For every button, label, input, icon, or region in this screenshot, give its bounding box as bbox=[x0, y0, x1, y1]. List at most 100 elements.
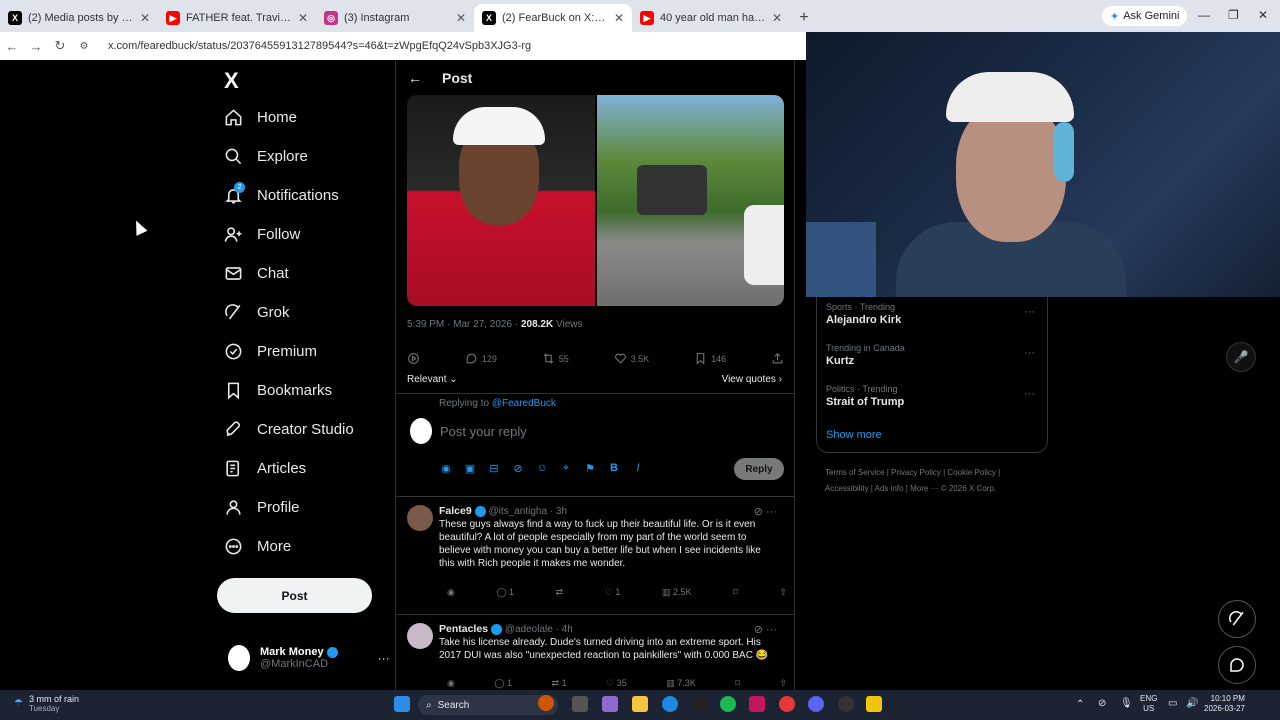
windows-start-icon[interactable] bbox=[394, 696, 410, 712]
reply-handle[interactable]: @its_antigha bbox=[488, 506, 547, 517]
ask-gemini-button[interactable]: ✦ Ask Gemini bbox=[1102, 6, 1188, 26]
post-image-1[interactable] bbox=[407, 95, 595, 306]
network-icon[interactable]: ⊘ bbox=[1098, 698, 1106, 709]
sidebar-item-follow[interactable]: Follow bbox=[224, 225, 300, 244]
volume-icon[interactable]: 🔊 bbox=[1186, 698, 1198, 709]
reload-icon[interactable]: ↻ bbox=[48, 38, 72, 54]
warning-icon[interactable] bbox=[866, 696, 882, 712]
reply-item[interactable]: Falce9 @its_antigha · 3h ⊘ ··· These guy… bbox=[407, 505, 787, 605]
sidebar-item-creator-studio[interactable]: Creator Studio bbox=[224, 420, 354, 439]
new-tab-button[interactable]: + bbox=[790, 4, 818, 32]
edge-icon[interactable] bbox=[662, 696, 678, 712]
sidebar-item-articles[interactable]: Articles bbox=[224, 459, 306, 478]
display-icon[interactable]: ▭ bbox=[1168, 698, 1177, 709]
file-explorer-icon[interactable] bbox=[632, 696, 648, 712]
views-button[interactable]: ▥ 7.3K bbox=[666, 678, 696, 689]
sidebar-item-chat[interactable]: Chat bbox=[224, 264, 289, 283]
grok-image-icon[interactable]: ⊘ bbox=[512, 462, 524, 475]
close-icon[interactable]: ✕ bbox=[456, 11, 466, 25]
repost-button[interactable]: ⇄ bbox=[556, 587, 564, 598]
sort-dropdown[interactable]: Relevant ⌄ bbox=[407, 374, 458, 385]
sidebar-item-notifications[interactable]: 2 Notifications bbox=[224, 182, 339, 205]
reply-author[interactable]: Pentacles bbox=[439, 623, 488, 635]
close-icon[interactable]: ✕ bbox=[614, 11, 624, 25]
bookmark-button[interactable]: 146 bbox=[694, 352, 726, 365]
forward-icon[interactable]: → bbox=[24, 39, 48, 54]
post-media[interactable] bbox=[407, 95, 784, 306]
sidebar-item-more[interactable]: More bbox=[224, 537, 291, 556]
spotify-icon[interactable] bbox=[720, 696, 736, 712]
account-switcher[interactable]: Mark Money @MarkInCAD ··· bbox=[228, 645, 390, 671]
play-circle-icon[interactable]: ◉ bbox=[447, 678, 455, 689]
discord-icon[interactable] bbox=[808, 696, 824, 712]
sidebar-item-bookmarks[interactable]: Bookmarks bbox=[224, 381, 332, 400]
italic-icon[interactable]: I bbox=[632, 462, 644, 474]
chrome-icon[interactable] bbox=[779, 696, 795, 712]
repost-button[interactable]: ⇄ 1 bbox=[552, 678, 567, 689]
sidebar-item-explore[interactable]: Explore bbox=[224, 147, 308, 166]
sidebar-item-profile[interactable]: Profile bbox=[224, 498, 300, 517]
share-icon[interactable]: ⇧ bbox=[779, 678, 787, 689]
chat-float-button[interactable] bbox=[1218, 646, 1256, 684]
app-icon[interactable] bbox=[838, 696, 854, 712]
browser-tab-2[interactable]: ▶ FATHER feat. Travis Scott - Kanye ✕ bbox=[158, 4, 316, 32]
reply-button[interactable]: 129 bbox=[465, 352, 497, 365]
image-icon[interactable]: ▣ bbox=[464, 462, 476, 475]
news-icon[interactable] bbox=[538, 695, 554, 711]
close-icon[interactable]: ✕ bbox=[298, 11, 308, 25]
task-view-icon[interactable] bbox=[572, 696, 588, 712]
language-indicator[interactable]: ENG US bbox=[1140, 694, 1157, 714]
close-icon[interactable]: ✕ bbox=[772, 11, 782, 25]
trend-item[interactable]: Politics · Trending Strait of Trump ··· bbox=[826, 384, 1035, 408]
more-dots-icon[interactable]: ··· bbox=[378, 651, 390, 665]
location-icon[interactable]: ⌖ bbox=[560, 462, 572, 474]
footer-line-2[interactable]: Accessibility | Ads info | More ··· © 20… bbox=[825, 481, 1055, 497]
views-button[interactable]: ▥ 2.5K bbox=[662, 587, 692, 598]
gif-icon[interactable]: ⊟ bbox=[488, 462, 500, 475]
back-icon[interactable]: ← bbox=[0, 39, 24, 54]
show-more-link[interactable]: Show more bbox=[826, 429, 882, 441]
chevron-up-icon[interactable]: ⌃ bbox=[1076, 699, 1084, 710]
share-button[interactable] bbox=[771, 352, 784, 365]
reply-handle[interactable]: @adeolale bbox=[505, 624, 553, 635]
copilot-icon[interactable] bbox=[602, 696, 618, 712]
reply-button[interactable]: ◯ 1 bbox=[496, 587, 514, 598]
browser-tab-4[interactable]: X (2) FearBuck on X: "Tiger Wood ✕ bbox=[474, 4, 632, 32]
sidebar-item-home[interactable]: Home bbox=[224, 108, 297, 127]
reply-author[interactable]: Falce9 bbox=[439, 505, 472, 517]
reply-item[interactable]: Pentacles @adeolale · 4h ⊘ ··· Take his … bbox=[407, 623, 787, 690]
more-dots-icon[interactable]: ⊘ ··· bbox=[754, 623, 777, 636]
bookmark-icon[interactable]: ⌑ bbox=[735, 678, 740, 689]
like-button[interactable]: ♡ 35 bbox=[606, 678, 627, 689]
trend-item[interactable]: Sports · Trending Alejandro Kirk ··· bbox=[826, 302, 1035, 326]
flag-icon[interactable]: ⚑ bbox=[584, 462, 596, 475]
view-quotes-link[interactable]: View quotes › bbox=[722, 374, 782, 385]
browser-tab-1[interactable]: X (2) Media posts by Mark Money ✕ bbox=[0, 4, 158, 32]
reply-button[interactable]: ◯ 1 bbox=[494, 678, 512, 689]
taskbar-search[interactable]: ⌕ Search bbox=[418, 695, 558, 715]
browser-tab-5[interactable]: ▶ 40 year old man has a voice Cl ✕ bbox=[632, 4, 790, 32]
more-dots-icon[interactable]: ··· bbox=[1024, 388, 1035, 400]
app-icon[interactable] bbox=[749, 696, 765, 712]
weather-widget[interactable]: ☂ 3 mm of rain Tuesday bbox=[14, 694, 79, 713]
post-button[interactable]: Post bbox=[217, 578, 372, 613]
like-button[interactable]: 3.5K bbox=[614, 352, 649, 365]
microphone-icon[interactable]: 🎤 bbox=[1226, 342, 1256, 372]
close-window-icon[interactable]: ✕ bbox=[1258, 8, 1268, 22]
browser-tab-3[interactable]: ◎ (3) Instagram ✕ bbox=[316, 4, 474, 32]
repost-button[interactable]: 55 bbox=[542, 352, 569, 365]
x-logo[interactable]: X bbox=[224, 68, 239, 94]
like-button[interactable]: ♡ 1 bbox=[605, 587, 621, 598]
url-field[interactable]: x.com/fearedbuck/status/2037645591312789… bbox=[108, 40, 531, 52]
emoji-icon[interactable]: ☺ bbox=[536, 462, 548, 474]
bold-icon[interactable]: B bbox=[608, 462, 620, 474]
post-image-2[interactable] bbox=[597, 95, 784, 306]
trend-item[interactable]: Trending in Canada Kurtz ··· bbox=[826, 343, 1035, 367]
reply-submit-button[interactable]: Reply bbox=[734, 458, 784, 480]
microphone-icon[interactable]: 🎙 bbox=[1120, 698, 1133, 709]
reply-input[interactable]: Post your reply bbox=[440, 424, 527, 439]
grok-explain-button[interactable] bbox=[407, 352, 420, 365]
sidebar-item-grok[interactable]: Grok bbox=[224, 303, 290, 322]
app-icon[interactable] bbox=[692, 696, 708, 712]
share-icon[interactable]: ⇧ bbox=[779, 587, 787, 598]
